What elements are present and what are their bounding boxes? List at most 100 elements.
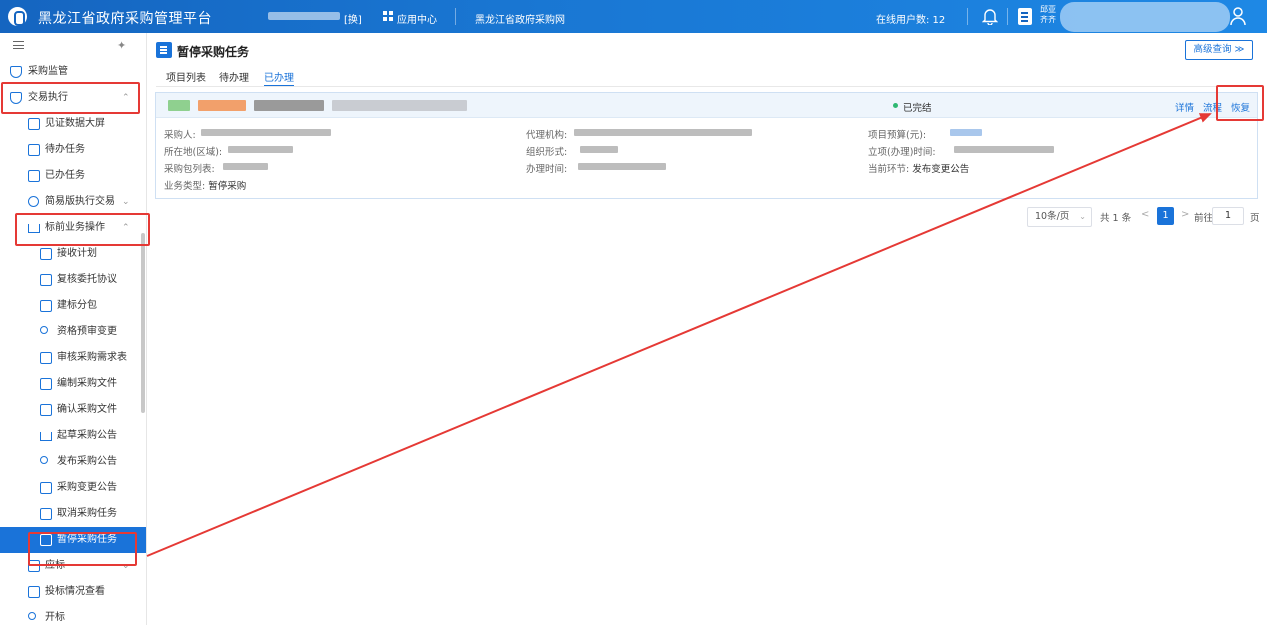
divider (455, 8, 456, 25)
tab-divider (156, 86, 1260, 87)
portal-link[interactable]: 黑龙江省政府采购网 (475, 11, 565, 26)
sidebar-item-publish-announcement[interactable]: 发布采购公告 (0, 449, 146, 475)
bell-icon[interactable] (982, 7, 998, 25)
sidebar-item-label: 投标情况查看 (45, 586, 105, 597)
tab-project-list[interactable]: 项目列表 (166, 69, 206, 84)
next-page-button[interactable]: > (1181, 209, 1189, 220)
list-icon (40, 482, 52, 494)
redacted-value (580, 146, 618, 153)
sidebar-item-pending-tasks[interactable]: 待办任务 (0, 137, 146, 163)
redacted-project-name (198, 100, 246, 111)
document-icon (40, 274, 52, 286)
current-stage-label: 当前环节: (868, 164, 910, 175)
sidebar-item-prequalification-change[interactable]: 资格预审变更 (0, 319, 146, 345)
highlight-box-resume (1216, 85, 1264, 121)
redacted-value (228, 146, 293, 153)
package-icon (40, 300, 52, 312)
user-org: 齐齐 (1040, 15, 1056, 24)
tab-done[interactable]: 已办理 (264, 69, 294, 87)
page-unit-label: 页 (1250, 213, 1260, 224)
sidebar-item-label: 采购变更公告 (57, 482, 117, 493)
task-icon (156, 42, 172, 58)
goto-page-input[interactable]: 1 (1212, 207, 1244, 225)
people-icon (40, 456, 48, 464)
sidebar-scrollbar[interactable] (141, 233, 145, 413)
sidebar-item-bid-status[interactable]: 投标情况查看 (0, 579, 146, 605)
advanced-search-button[interactable]: 高级查询 ≫ (1185, 40, 1253, 60)
pin-icon[interactable]: ✦ (117, 39, 126, 52)
current-page-button[interactable]: 1 (1157, 207, 1174, 225)
handle-time-label: 办理时间: (526, 164, 568, 175)
sidebar-item-label: 审核采购需求表 (57, 352, 127, 363)
top-bar: 黑龙江省政府采购管理平台 [换] 应用中心 黑龙江省政府采购网 在线用户数: 1… (0, 0, 1267, 33)
transaction-icon (28, 196, 39, 207)
task-done-icon (28, 170, 40, 182)
clipboard-icon (40, 352, 52, 364)
current-stage-field: 当前环节: 发布变更公告 (868, 161, 969, 175)
package-list-label: 采购包列表: (164, 164, 215, 175)
page-size-select[interactable]: 10条/页 ⌄ (1027, 207, 1092, 227)
highlight-box-pre-bid (15, 213, 150, 246)
sidebar-item-done-tasks[interactable]: 已办任务 (0, 163, 146, 189)
sidebar-item-prepare-documents[interactable]: 编制采购文件 (0, 371, 146, 397)
cart-icon (40, 432, 52, 441)
purchaser-label: 采购人: (164, 130, 196, 141)
redacted-value (578, 163, 666, 170)
switch-link[interactable]: [换] (344, 11, 362, 26)
redacted-value (954, 146, 1054, 153)
sidebar-item-witness-dashboard[interactable]: 见证数据大屏 (0, 111, 146, 137)
status-text: 已完结 (903, 103, 932, 114)
highlight-box-suspend (28, 532, 137, 566)
agency-label: 代理机构: (526, 130, 568, 141)
user-icon[interactable] (1230, 6, 1246, 26)
redacted-project-name (168, 100, 190, 111)
sidebar-item-confirm-documents[interactable]: 确认采购文件 (0, 397, 146, 423)
prev-page-button[interactable]: < (1141, 209, 1149, 220)
divider (967, 8, 968, 25)
status-dot-icon (893, 103, 898, 108)
sidebar-item-simple-transaction[interactable]: 简易版执行交易 ⌄ (0, 189, 146, 215)
sidebar-item-change-announcement[interactable]: 采购变更公告 (0, 475, 146, 501)
redacted-user-info (1060, 2, 1230, 32)
user-name: 邱亚 (1040, 5, 1056, 14)
business-type-label: 业务类型: (164, 181, 206, 192)
sidebar-item-label: 已办任务 (45, 170, 85, 181)
sidebar-item-label: 简易版执行交易 (45, 196, 115, 207)
detail-link[interactable]: 详情 (1175, 100, 1194, 114)
sidebar-item-label: 发布采购公告 (57, 456, 117, 467)
sidebar-item-label: 见证数据大屏 (45, 118, 105, 129)
app-grid-icon[interactable] (383, 11, 393, 21)
chevron-down-icon: ⌄ (1079, 212, 1086, 221)
todo-document-icon[interactable] (1018, 8, 1032, 25)
sidebar-item-label: 起草采购公告 (57, 430, 117, 441)
redacted-project-name (332, 100, 467, 111)
sidebar-item-bid-opening[interactable]: 开标 (0, 605, 146, 631)
total-count: 共 1 条 (1100, 213, 1132, 224)
menu-toggle-icon[interactable] (13, 41, 24, 49)
redacted-value (950, 129, 982, 136)
sidebar-item-review-requirements[interactable]: 审核采购需求表 (0, 345, 146, 371)
sidebar-item-review-agreement[interactable]: 复核委托协议 (0, 267, 146, 293)
divider (1007, 8, 1008, 25)
record-header: 已完结 详情 流程 恢复 (156, 93, 1257, 118)
monitor-icon (28, 118, 40, 130)
app-title: 黑龙江省政府采购管理平台 (38, 11, 212, 27)
sidebar-header: ✦ (0, 33, 146, 59)
app-center-link[interactable]: 应用中心 (397, 11, 437, 26)
user-info[interactable]: 邱亚 齐齐 (1040, 5, 1056, 25)
business-type-field: 业务类型: 暂停采购 (164, 178, 246, 192)
sidebar-item-label: 建标分包 (57, 300, 97, 311)
org-form-label: 组织形式: (526, 147, 568, 158)
sidebar-item-build-package[interactable]: 建标分包 (0, 293, 146, 319)
view-icon (28, 586, 40, 598)
sidebar-item-draft-announcement[interactable]: 起草采购公告 (0, 423, 146, 449)
online-users: 在线用户数: 12 (876, 15, 946, 26)
people-icon (40, 326, 48, 334)
sidebar-item-label: 复核委托协议 (57, 274, 117, 285)
sidebar-item-label: 待办任务 (45, 144, 85, 155)
current-stage-value: 发布变更公告 (912, 164, 970, 175)
tab-pending[interactable]: 待办理 (219, 69, 249, 84)
highlight-box-transaction (1, 82, 140, 114)
sidebar-item-cancel-task[interactable]: 取消采购任务 (0, 501, 146, 527)
setup-time-label: 立项(办理)时间: (868, 147, 936, 158)
